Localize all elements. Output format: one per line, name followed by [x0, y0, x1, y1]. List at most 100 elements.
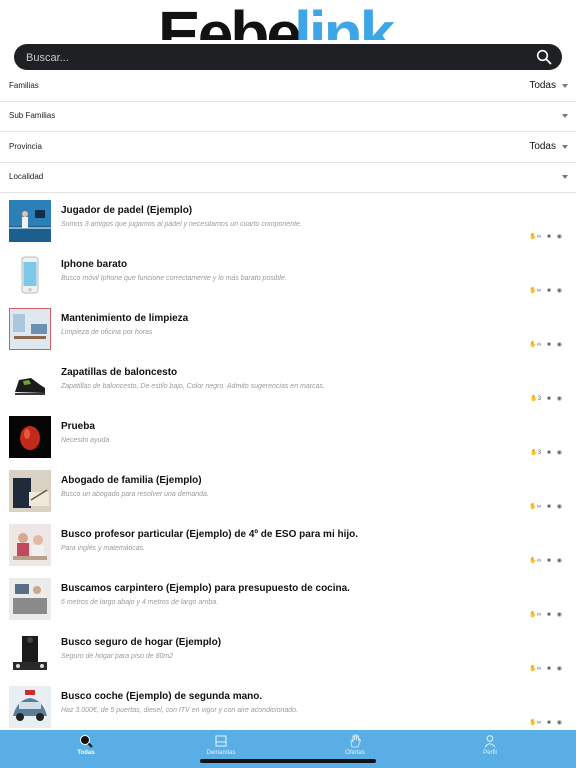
search-globe-icon	[80, 735, 93, 748]
item-title[interactable]: Iphone barato	[61, 259, 127, 270]
filter-label: Familias	[9, 81, 39, 90]
lock-icon: ■	[547, 557, 551, 564]
offer-count: ∞	[536, 287, 542, 294]
offer-count: ∞	[536, 503, 542, 510]
list-item[interactable]: Zapatillas de baloncesto Zapatillas de b…	[0, 354, 576, 408]
eye-icon: ◉	[556, 504, 562, 510]
item-description: Seguro de hogar para piso de 80m2	[61, 653, 174, 660]
tab-label: Ofertas	[345, 750, 365, 756]
hand-icon: ✋ ∞	[529, 233, 542, 241]
lock-icon: ■	[547, 341, 551, 348]
item-stats: ✋ ∞ ■ ◉	[529, 341, 562, 349]
eye-icon: ◉	[556, 234, 562, 240]
svg-text:link: link	[294, 0, 396, 40]
hand-icon	[350, 734, 361, 748]
tab-todas[interactable]: Todas	[14, 734, 158, 764]
item-description: Zapatillas de baloncesto, De estilo bajo…	[61, 383, 325, 390]
filter-value[interactable]: Todas	[529, 141, 556, 152]
eye-icon: ◉	[556, 720, 562, 726]
item-stats: ✋ ∞ ■ ◉	[529, 611, 562, 619]
chevron-down-icon[interactable]	[562, 175, 568, 179]
filter-value[interactable]: Todas	[529, 80, 556, 91]
tab-label: Demandas	[206, 750, 236, 756]
chevron-down-icon[interactable]	[562, 84, 568, 88]
list-item[interactable]: Jugador de padel (Ejemplo) Somos 3 amigo…	[0, 192, 576, 246]
lock-icon: ■	[547, 287, 551, 294]
list-item[interactable]: Busco profesor particular (Ejemplo) de 4…	[0, 516, 576, 570]
item-thumbnail	[9, 362, 51, 404]
home-indicator[interactable]	[200, 759, 376, 763]
chevron-down-icon[interactable]	[562, 114, 568, 118]
item-description: 6 metros de largo abajo y 4 metros de la…	[61, 599, 219, 606]
item-title[interactable]: Prueba	[61, 421, 95, 432]
eye-icon: ◉	[556, 342, 562, 348]
item-description: Haz 3.000€, de 5 puertas, diesel, con IT…	[61, 707, 298, 714]
person-icon	[484, 735, 496, 748]
hand-icon: ✋ ∞	[529, 287, 542, 295]
eye-icon: ◉	[556, 666, 562, 672]
item-thumbnail	[9, 254, 51, 296]
inbox-icon	[215, 735, 227, 747]
item-title[interactable]: Busco seguro de hogar (Ejemplo)	[61, 637, 221, 648]
list-item[interactable]: Iphone barato Busco móvil Iphone que fun…	[0, 246, 576, 300]
search-input[interactable]	[24, 47, 528, 69]
item-title[interactable]: Buscamos carpintero (Ejemplo) para presu…	[61, 583, 350, 594]
filter-label: Provincia	[9, 142, 42, 151]
item-stats: ✋ 3 ■ ◉	[530, 449, 562, 457]
filter-familias[interactable]: Familias Todas	[0, 71, 576, 102]
hand-icon: ✋ 3	[530, 449, 542, 457]
filter-provincia[interactable]: Provincia Todas	[0, 132, 576, 163]
chevron-down-icon[interactable]	[562, 145, 568, 149]
list-item[interactable]: Busco coche (Ejemplo) de segunda mano. H…	[0, 678, 576, 732]
filter-label: Sub Familias	[9, 111, 56, 120]
hand-icon: ✋ ∞	[529, 341, 542, 349]
list-item[interactable]: Prueba Necesito ayuda ✋ 3 ■ ◉	[0, 408, 576, 462]
item-thumbnail	[9, 200, 51, 242]
svg-text:Eebe: Eebe	[158, 0, 300, 40]
list-item[interactable]: Buscamos carpintero (Ejemplo) para presu…	[0, 570, 576, 624]
search-icon[interactable]	[536, 49, 552, 65]
item-stats: ✋ ∞ ■ ◉	[529, 665, 562, 673]
item-thumbnail	[9, 470, 51, 512]
list-item[interactable]: Mantenimiento de limpieza Limpieza de of…	[0, 300, 576, 354]
item-title[interactable]: Busco coche (Ejemplo) de segunda mano.	[61, 691, 262, 702]
item-stats: ✋ ∞ ■ ◉	[529, 503, 562, 511]
item-stats: ✋ ∞ ■ ◉	[529, 287, 562, 295]
eye-icon: ◉	[556, 558, 562, 564]
lock-icon: ■	[547, 503, 551, 510]
item-title[interactable]: Zapatillas de baloncesto	[61, 367, 177, 378]
offer-count: ∞	[536, 341, 542, 348]
lock-icon: ■	[547, 611, 551, 618]
filter-localidad[interactable]: Localidad	[0, 162, 576, 193]
lock-icon: ■	[547, 719, 551, 726]
filter-subfamilias[interactable]: Sub Familias	[0, 101, 576, 132]
offer-count: 3	[537, 395, 542, 402]
tab-perfil[interactable]: Perfil	[418, 734, 562, 764]
item-thumbnail	[9, 308, 51, 350]
list-item[interactable]: Abogado de familia (Ejemplo) Busco un ab…	[0, 462, 576, 516]
hand-icon: ✋ ∞	[529, 557, 542, 565]
offer-count: 3	[537, 449, 542, 456]
item-title[interactable]: Busco profesor particular (Ejemplo) de 4…	[61, 529, 358, 540]
item-title[interactable]: Mantenimiento de limpieza	[61, 313, 188, 324]
item-title[interactable]: Jugador de padel (Ejemplo)	[61, 205, 192, 216]
offer-count: ∞	[536, 611, 542, 618]
item-description: Necesito ayuda	[61, 437, 110, 444]
item-thumbnail	[9, 578, 51, 620]
hand-icon: ✋ ∞	[529, 611, 542, 619]
app-logo: Eebe link	[158, 0, 420, 40]
lock-icon: ■	[547, 665, 551, 672]
item-description: Somos 3 amigos que jugamos al pádel y ne…	[61, 221, 302, 228]
item-description: Busco móvil Iphone que funcione correcta…	[61, 275, 287, 282]
item-thumbnail	[9, 524, 51, 566]
list-item[interactable]: Busco seguro de hogar (Ejemplo) Seguro d…	[0, 624, 576, 678]
item-thumbnail	[9, 686, 51, 728]
search-bar[interactable]	[14, 44, 562, 70]
offer-count: ∞	[536, 557, 542, 564]
item-stats: ✋ 3 ■ ◉	[530, 395, 562, 403]
item-stats: ✋ ∞ ■ ◉	[529, 557, 562, 565]
item-stats: ✋ ∞ ■ ◉	[529, 719, 562, 727]
lock-icon: ■	[547, 395, 551, 402]
item-thumbnail	[9, 632, 51, 674]
item-title[interactable]: Abogado de familia (Ejemplo)	[61, 475, 202, 486]
